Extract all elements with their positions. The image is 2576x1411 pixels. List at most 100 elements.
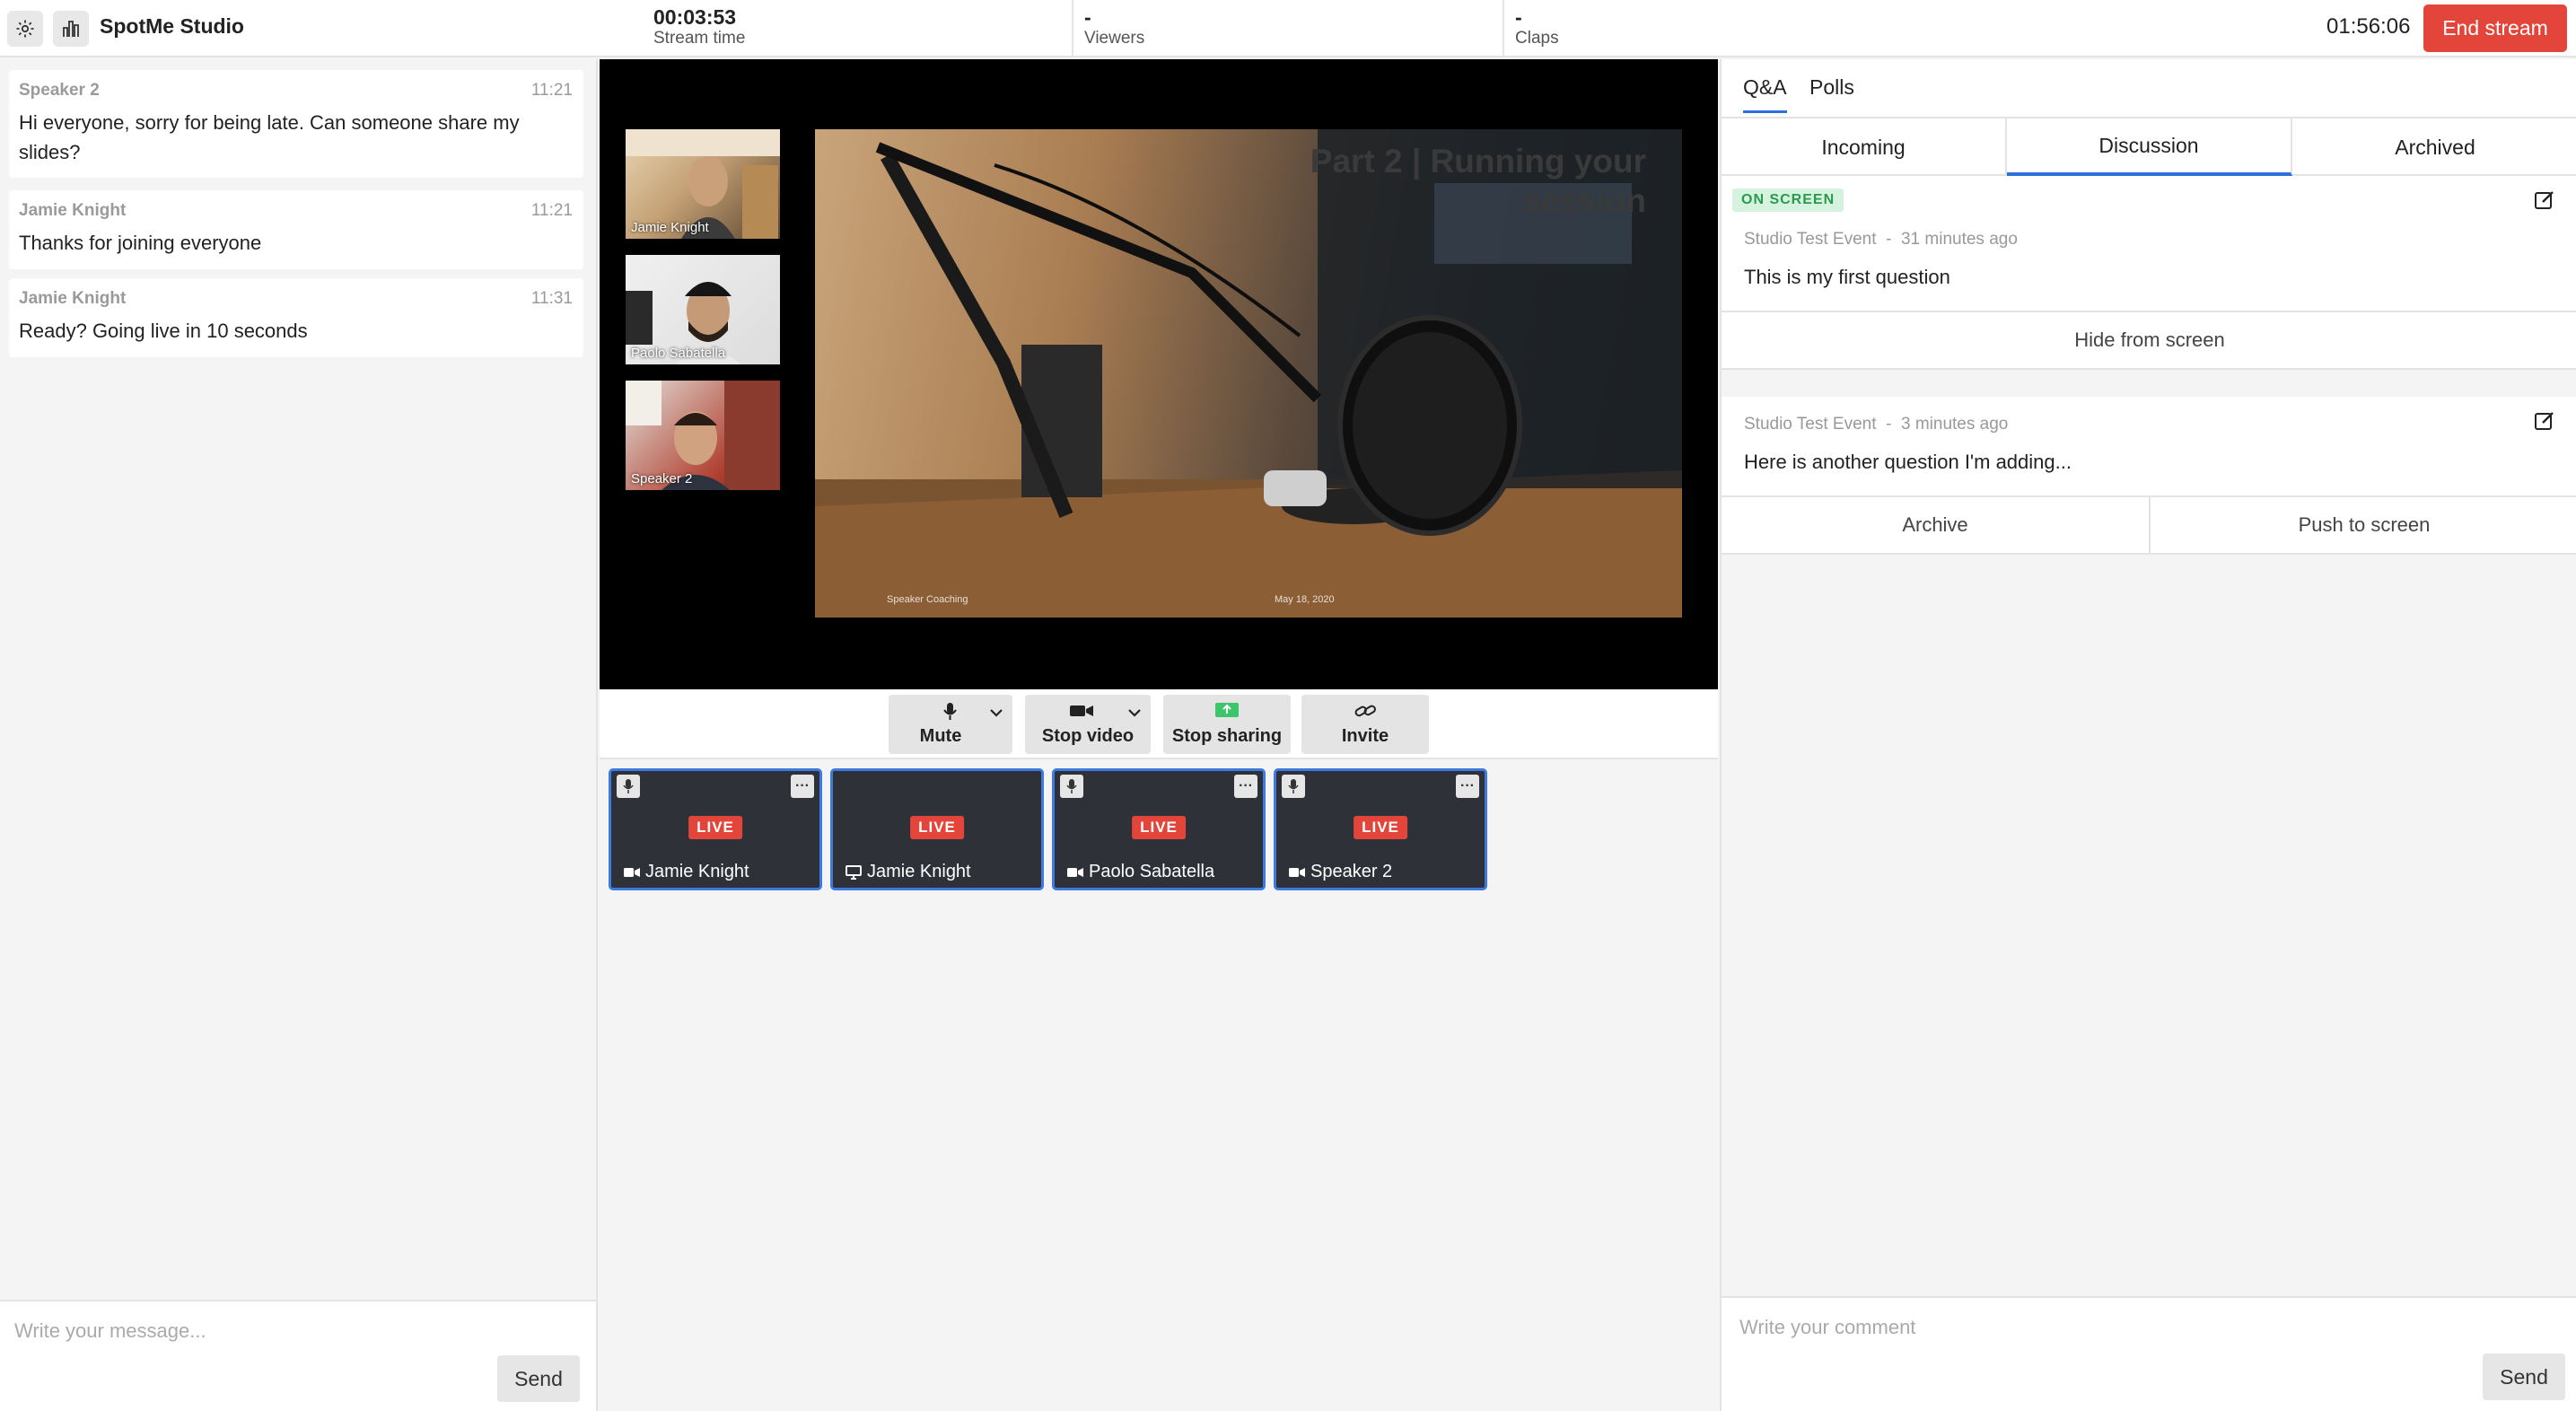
question-text: This is my first question [1744,266,1950,288]
viewers-label: Viewers [1084,29,1145,48]
stream-time-stat: 00:03:53 Stream time [653,5,745,56]
camera-icon [1067,867,1083,877]
mute-label: Mute [919,726,962,746]
more-options-icon[interactable]: ··· [1456,775,1479,798]
comment-send-button[interactable]: Send [2483,1354,2565,1400]
mic-icon[interactable] [1060,775,1083,798]
participant-tile[interactable]: ··· LIVE Speaker 2 [1274,768,1487,890]
question-card: Studio Test Event - 3 minutes ago Here i… [1722,397,2576,555]
panel-tabs: Q&A Polls [1722,59,2576,117]
message-time: 11:21 [530,201,573,220]
question-card: ON SCREEN Studio Test Event - 31 minutes… [1722,176,2576,370]
tab-discussion[interactable]: Discussion [2007,118,2292,176]
participant-tile[interactable]: ··· LIVE Jamie Knight [609,768,822,890]
message-author: Speaker 2 [19,81,100,100]
tab-qa[interactable]: Q&A [1743,75,1787,113]
tile-name-row: Paolo Sabatella [1067,862,1214,882]
tab-archived[interactable]: Archived [2292,118,2576,176]
tab-polls[interactable]: Polls [1809,75,1854,100]
link-icon [1301,702,1429,724]
mute-button[interactable]: Mute [889,695,1012,754]
message-author: Jamie Knight [19,289,127,308]
hide-from-screen-button[interactable]: Hide from screen [1722,311,2576,368]
settings-button[interactable] [7,11,43,47]
mic-icon[interactable] [617,775,640,798]
on-screen-badge: ON SCREEN [1732,188,1844,212]
message-author: Jamie Knight [19,201,127,220]
tile-name: Jamie Knight [867,862,971,881]
shared-slide: Part 2 | Running your session Speaker Co… [815,129,1682,618]
comment-input[interactable]: Write your comment [1739,1316,1915,1339]
participant-tile[interactable]: LIVE Jamie Knight [830,768,1044,890]
comment-composer: Write your comment Send [1722,1296,2576,1411]
participant-thumbnail[interactable]: Jamie Knight [626,129,780,239]
more-options-icon[interactable]: ··· [1234,775,1257,798]
message-text: Hi everyone, sorry for being late. Can s… [19,111,520,163]
qa-panel: Q&A Polls Incoming Discussion Archived O… [1720,59,2576,1411]
stream-time-label: Stream time [653,29,746,48]
qa-subtabs: Incoming Discussion Archived [1722,117,2576,176]
tile-name-row: Jamie Knight [846,862,971,882]
gear-icon [16,20,34,38]
invite-label: Invite [1341,726,1389,746]
end-stream-button[interactable]: End stream [2423,4,2567,52]
divider [1503,0,1504,57]
participant-tile[interactable]: ··· LIVE Paolo Sabatella [1052,768,1266,890]
chevron-down-icon[interactable] [1127,707,1142,718]
tile-name: Speaker 2 [1310,862,1393,881]
live-badge: LIVE [1354,816,1407,839]
question-source: Studio Test Event [1744,230,1877,249]
stop-sharing-button[interactable]: Stop sharing [1163,695,1291,754]
question-meta: Studio Test Event - 3 minutes ago [1744,415,2008,434]
stats-button[interactable] [53,11,89,47]
participant-thumbnail[interactable]: Paolo Sabatella [626,255,780,364]
chat-send-button[interactable]: Send [497,1355,580,1402]
archive-button[interactable]: Archive [1722,495,2151,553]
slide-footer-left: Speaker Coaching [887,594,968,605]
chat-composer: Write your message... Send [0,1300,596,1411]
slide-footer-right: May 18, 2020 [1275,594,1335,605]
message-time: 11:31 [530,289,573,308]
tile-name-row: Jamie Knight [624,862,749,882]
stage-preview: Jamie Knight Paolo Sabatella Speaker 2 P… [600,59,1718,689]
tile-name-row: Speaker 2 [1289,862,1392,882]
message-input[interactable]: Write your message... [14,1319,206,1343]
live-badge: LIVE [910,816,964,839]
app-name: SpotMe Studio [100,14,244,38]
stop-sharing-label: Stop sharing [1171,726,1283,746]
message-time: 11:21 [530,81,573,100]
question-source: Studio Test Event [1744,415,1877,434]
chat-message: Jamie Knight 11:31 Ready? Going live in … [9,278,583,357]
tile-name: Jamie Knight [645,862,749,881]
chat-message: Jamie Knight 11:21 Thanks for joining ev… [9,190,583,269]
question-meta: Studio Test Event - 31 minutes ago [1744,230,2018,250]
chat-message: Speaker 2 11:21 Hi everyone, sorry for b… [9,70,583,178]
bar-chart-icon [63,21,79,37]
invite-button[interactable]: Invite [1301,695,1429,754]
edit-icon[interactable] [2533,188,2556,212]
camera-icon [624,867,640,877]
tab-incoming[interactable]: Incoming [1722,118,2007,176]
edit-icon[interactable] [2533,409,2556,433]
slide-title: Part 2 | Running your session [1310,143,1646,219]
claps-value: - [1515,5,1522,29]
participant-thumbnail[interactable]: Speaker 2 [626,381,780,490]
stop-video-label: Stop video [1041,726,1135,746]
stop-video-button[interactable]: Stop video [1025,695,1151,754]
live-badge: LIVE [1132,816,1186,839]
divider [1072,0,1073,57]
chat-panel: Speaker 2 11:21 Hi everyone, sorry for b… [0,59,598,1411]
claps-stat: - Claps [1515,5,1559,56]
top-bar: SpotMe Studio 00:03:53 Stream time - Vie… [0,0,2576,57]
viewers-value: - [1084,5,1091,29]
screen-icon [846,864,862,880]
push-to-screen-button[interactable]: Push to screen [2151,495,2576,553]
chevron-down-icon[interactable] [989,707,1003,718]
meta-separator: - [1886,230,1892,249]
clock: 01:56:06 [2326,14,2411,39]
more-options-icon[interactable]: ··· [791,775,814,798]
thumbnail-name: Paolo Sabatella [631,346,726,361]
meta-separator: - [1886,415,1892,434]
tile-name: Paolo Sabatella [1089,862,1215,881]
mic-icon[interactable] [1282,775,1305,798]
